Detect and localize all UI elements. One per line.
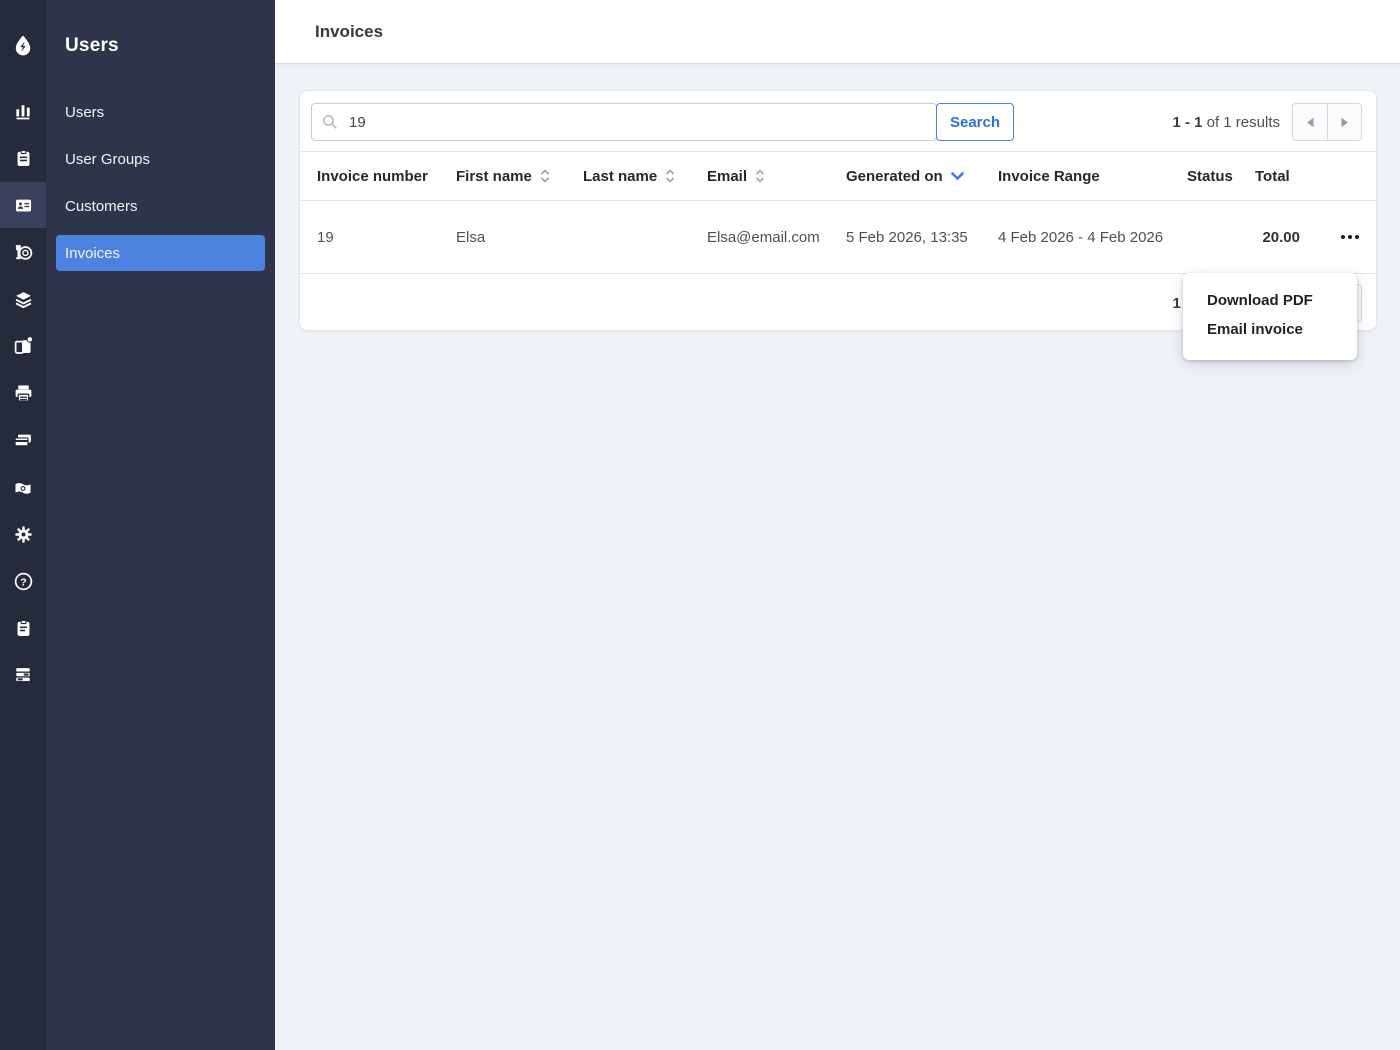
ellipsis-dot [1348, 235, 1352, 239]
column-header-email[interactable]: Email [707, 168, 846, 185]
column-label: Invoice number [317, 168, 428, 185]
cell-invoice-number: 19 [317, 229, 456, 246]
column-label: Invoice Range [998, 168, 1100, 185]
cell-first-name: Elsa [456, 229, 583, 246]
column-header-invoice-range[interactable]: Invoice Range [998, 168, 1187, 185]
column-label: First name [456, 168, 532, 185]
ellipsis-dot [1341, 235, 1345, 239]
search-button[interactable]: Search [936, 103, 1014, 141]
column-header-generated-on[interactable]: Generated on [846, 168, 998, 185]
dining-plate-icon[interactable] [0, 229, 46, 275]
cell-total: 20.00 [1255, 229, 1300, 246]
table-header-row: Invoice number First name Last name Emai… [300, 151, 1376, 201]
column-header-status[interactable]: Status [1187, 168, 1255, 185]
column-header-first-name[interactable]: First name [456, 168, 583, 185]
cash-icon[interactable] [0, 465, 46, 511]
sidebar-item-user-groups[interactable]: User Groups [56, 141, 265, 177]
lightspeed-logo-icon [11, 33, 35, 59]
column-label: Total [1255, 168, 1290, 185]
svg-text:?: ? [20, 576, 26, 588]
menu-item-email-invoice[interactable]: Email invoice [1183, 315, 1357, 344]
layers-icon[interactable] [0, 276, 46, 322]
lightspeed-logo[interactable] [0, 23, 46, 69]
search-input[interactable] [311, 103, 937, 141]
credit-cards-icon[interactable] [0, 417, 46, 463]
stack-icon[interactable] [0, 651, 46, 697]
sidebar: Users Users User Groups Customers Invoic… [46, 0, 275, 1050]
page-title: Invoices [315, 22, 383, 42]
pager-prev-button[interactable] [1293, 104, 1327, 140]
column-header-total[interactable]: Total [1255, 168, 1300, 185]
cell-generated-on: 5 Feb 2026, 13:35 [846, 229, 998, 246]
pager-next-button[interactable] [1327, 104, 1361, 140]
column-label: Status [1187, 168, 1233, 185]
sidebar-item-invoices[interactable]: Invoices [56, 235, 265, 271]
customers-id-card-icon[interactable] [0, 182, 46, 228]
sidebar-title: Users [65, 35, 119, 57]
pagination-suffix: of 1 results [1202, 114, 1280, 131]
row-actions-ellipsis-button[interactable] [1341, 229, 1359, 245]
main-area: Invoices Search 1 - 1 of 1 results [275, 0, 1400, 1050]
row-actions-menu: Download PDF Email invoice [1183, 273, 1357, 360]
cell-email: Elsa@email.com [707, 229, 846, 246]
column-label: Generated on [846, 168, 943, 185]
devices-icon[interactable] [0, 322, 46, 368]
column-label: Last name [583, 168, 657, 185]
sidebar-item-customers[interactable]: Customers [56, 188, 265, 224]
column-header-last-name[interactable]: Last name [583, 168, 707, 185]
settings-gear-icon[interactable] [0, 511, 46, 557]
printer-icon[interactable] [0, 370, 46, 416]
ellipsis-dot [1355, 235, 1359, 239]
caret-right-icon [1340, 117, 1349, 128]
pagination-range: 1 - 1 [1172, 114, 1202, 131]
column-header-invoice-number[interactable]: Invoice number [317, 168, 456, 185]
search-row: Search 1 - 1 of 1 results [300, 91, 1376, 151]
table-row[interactable]: 19 Elsa Elsa@email.com 5 Feb 2026, 13:35… [300, 201, 1376, 274]
clipboard-icon[interactable] [0, 135, 46, 181]
sort-both-icon [540, 169, 550, 183]
sort-both-icon [665, 169, 675, 183]
pagination-top: 1 - 1 of 1 results [1172, 103, 1362, 141]
column-label: Email [707, 168, 747, 185]
pager-group [1292, 103, 1362, 141]
menu-item-download-pdf[interactable]: Download PDF [1183, 286, 1357, 315]
content-area: Search 1 - 1 of 1 results Invoice num [275, 64, 1400, 1050]
cell-invoice-range: 4 Feb 2026 - 4 Feb 2026 [998, 229, 1187, 246]
notes-clipboard-icon[interactable] [0, 605, 46, 651]
bar-chart-icon[interactable] [0, 88, 46, 134]
sort-both-icon [755, 169, 765, 183]
sort-desc-active-icon [951, 172, 964, 181]
pagination-text: 1 - 1 of 1 results [1172, 114, 1280, 131]
help-icon[interactable]: ? [0, 558, 46, 604]
sidebar-item-users[interactable]: Users [56, 94, 265, 130]
icon-rail: ? [0, 0, 46, 1050]
caret-left-icon [1306, 117, 1315, 128]
topbar: Invoices [275, 0, 1400, 64]
